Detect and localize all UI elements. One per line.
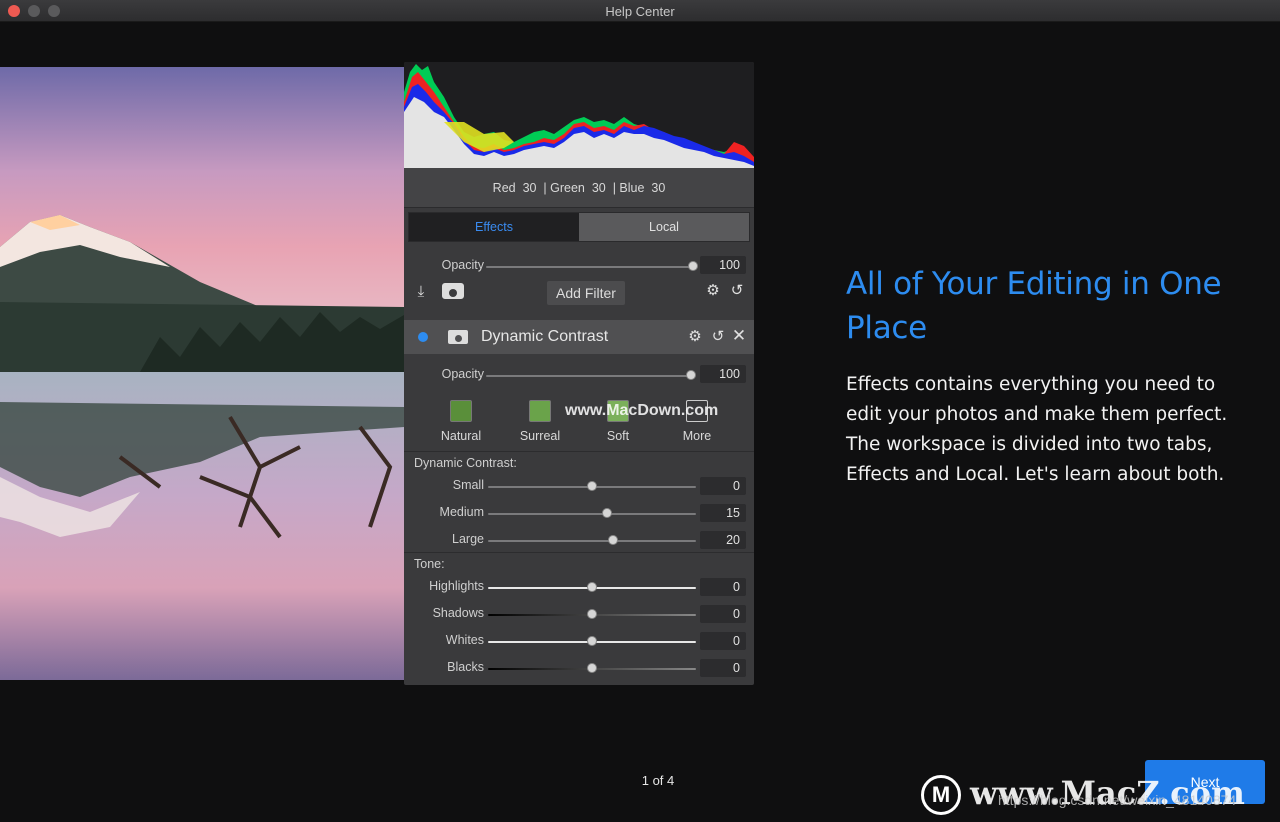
preset-soft-label: Soft xyxy=(606,429,630,443)
filter-enabled-dot[interactable] xyxy=(418,332,428,342)
dc-1-value[interactable]: 15 xyxy=(700,504,746,522)
tab-effects[interactable]: Effects xyxy=(409,213,579,241)
dc-2-knob[interactable] xyxy=(608,535,618,545)
filter-name: Dynamic Contrast xyxy=(481,328,609,345)
dc-0-value[interactable]: 0 xyxy=(700,477,746,495)
red-value: 30 xyxy=(522,181,537,195)
panel-tabs: Effects Local xyxy=(408,212,750,242)
preset-natural-label: Natural xyxy=(440,429,482,443)
layer-opacity-value[interactable]: 100 xyxy=(700,256,746,274)
tone-3-knob[interactable] xyxy=(587,663,597,673)
blue-value: 30 xyxy=(651,181,666,195)
tone-2-knob[interactable] xyxy=(587,636,597,646)
tone-3-label: Blacks xyxy=(447,660,484,674)
tone-0-knob[interactable] xyxy=(587,582,597,592)
divider xyxy=(404,552,754,553)
filter-opacity-value[interactable]: 100 xyxy=(700,365,746,383)
tone-3-value[interactable]: 0 xyxy=(700,659,746,677)
window-title: Help Center xyxy=(605,4,675,19)
import-icon[interactable]: ⤓ xyxy=(412,284,430,300)
watermark-text: www.MacDown.com xyxy=(565,402,719,419)
tone-1-knob[interactable] xyxy=(587,609,597,619)
surreal-thumb xyxy=(529,400,551,422)
help-center-content: Red 30 | Green 30 | Blue 30 Effects Loca… xyxy=(0,22,1280,822)
preset-more-label: More xyxy=(682,429,712,443)
green-label: | Green xyxy=(543,181,585,195)
watermark-logo-icon: M xyxy=(921,775,961,815)
dc-2-value[interactable]: 20 xyxy=(700,531,746,549)
layer-opacity-slider[interactable] xyxy=(486,266,692,268)
effects-panel: Red 30 | Green 30 | Blue 30 Effects Loca… xyxy=(404,62,754,685)
mask-icon[interactable] xyxy=(442,283,464,299)
tone-2-label: Whites xyxy=(445,633,484,647)
tone-section-title: Tone: xyxy=(414,557,445,571)
tone-0-value[interactable]: 0 xyxy=(700,578,746,596)
tone-0-label: Highlights xyxy=(429,579,484,593)
histogram xyxy=(404,62,754,168)
filter-close-icon[interactable]: ✕ xyxy=(730,327,748,344)
reset-icon[interactable]: ↺ xyxy=(728,283,746,299)
tone-1-value[interactable]: 0 xyxy=(700,605,746,623)
tone-2-value[interactable]: 0 xyxy=(700,632,746,650)
preset-natural[interactable]: Natural xyxy=(431,400,491,443)
sample-photo xyxy=(0,67,404,680)
red-label: Red xyxy=(492,181,516,195)
page-title: All of Your Editing in One Place xyxy=(846,266,1222,346)
dynamic-contrast-section-title: Dynamic Contrast: xyxy=(414,456,517,470)
watermark-url: https://blog.csdn.net/weixin_48140874 xyxy=(998,792,1237,808)
filter-opacity-slider[interactable] xyxy=(486,375,692,377)
natural-thumb xyxy=(450,400,472,422)
filter-header[interactable]: Dynamic Contrast ⚙ ↺ ✕ xyxy=(404,320,754,354)
layer-opacity-knob[interactable] xyxy=(688,261,698,271)
histogram-readout: Red 30 | Green 30 | Blue 30 xyxy=(404,168,754,208)
dc-2-label: Large xyxy=(452,532,484,546)
dc-0-knob[interactable] xyxy=(587,481,597,491)
dc-2-slider[interactable] xyxy=(488,540,696,542)
filter-opacity-label: Opacity xyxy=(441,367,484,381)
dc-1-slider[interactable] xyxy=(488,513,696,515)
dc-1-label: Medium xyxy=(439,505,484,519)
filter-opacity-knob[interactable] xyxy=(686,370,696,380)
divider xyxy=(404,451,754,452)
blue-label: | Blue xyxy=(612,181,645,195)
layer-opacity-label: Opacity xyxy=(441,258,484,272)
filter-reset-icon[interactable]: ↺ xyxy=(709,329,727,345)
gear-icon[interactable]: ⚙ xyxy=(704,283,722,299)
dc-1-knob[interactable] xyxy=(602,508,612,518)
tone-1-label: Shadows xyxy=(432,606,484,620)
tab-local[interactable]: Local xyxy=(579,213,749,241)
preset-surreal-label: Surreal xyxy=(519,429,561,443)
filter-gear-icon[interactable]: ⚙ xyxy=(686,329,704,345)
title-bar: Help Center xyxy=(0,0,1280,22)
dc-0-label: Small xyxy=(452,478,484,492)
add-filter-button[interactable]: Add Filter xyxy=(547,281,625,305)
page-indicator: 1 of 4 xyxy=(641,773,675,788)
filter-mask-icon[interactable] xyxy=(448,330,468,344)
intro-body: Effects contains everything you need to … xyxy=(846,374,1228,485)
green-value: 30 xyxy=(591,181,606,195)
preset-surreal[interactable]: Surreal xyxy=(510,400,570,443)
